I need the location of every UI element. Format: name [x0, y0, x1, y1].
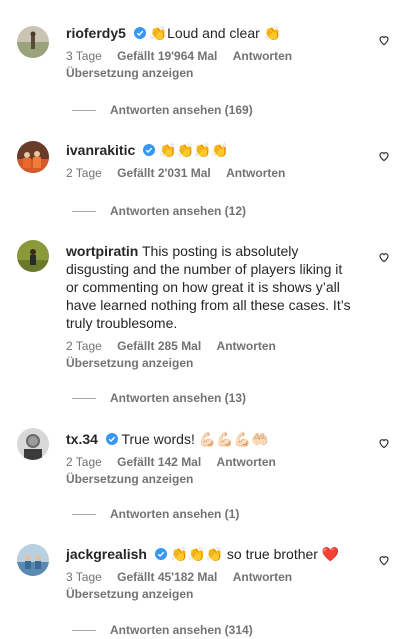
divider-line — [72, 110, 96, 112]
view-replies-button[interactable]: Antworten ansehen (169) — [72, 103, 253, 117]
heart-outline-icon[interactable] — [378, 34, 390, 46]
divider-line — [72, 630, 96, 632]
view-replies-button[interactable]: Antworten ansehen (12) — [72, 204, 246, 218]
username[interactable]: jackgrealish — [66, 546, 147, 562]
heart-outline-icon[interactable] — [378, 251, 390, 263]
view-replies-button[interactable]: Antworten ansehen (314) — [72, 623, 253, 637]
view-replies-label: Antworten ansehen (169) — [110, 103, 253, 117]
view-replies-label: Antworten ansehen (1) — [110, 507, 240, 521]
heart-outline-icon[interactable] — [378, 150, 390, 162]
divider-line — [72, 398, 96, 400]
comment-time[interactable]: 3 Tage — [66, 570, 102, 584]
username[interactable]: wortpiratin — [66, 243, 138, 259]
verified-badge-icon — [154, 548, 167, 560]
likes-count[interactable]: Gefällt 2'031 Mal — [117, 166, 211, 180]
divider-line — [72, 211, 96, 213]
likes-count[interactable]: Gefällt 142 Mal — [117, 455, 201, 469]
reply-button[interactable]: Antworten — [233, 49, 292, 63]
username[interactable]: ivanrakitic — [66, 142, 135, 158]
comment-time[interactable]: 3 Tage — [66, 49, 102, 63]
view-replies-label: Antworten ansehen (13) — [110, 391, 247, 405]
divider-line — [72, 514, 96, 516]
translate-link[interactable]: Übersetzung anzeigen — [66, 66, 356, 81]
likes-count[interactable]: Gefällt 285 Mal — [117, 339, 201, 353]
translate-link[interactable]: Übersetzung anzeigen — [66, 472, 356, 487]
heart-outline-icon[interactable] — [378, 554, 390, 566]
username[interactable]: tx.34 — [66, 431, 98, 447]
avatar[interactable] — [17, 428, 49, 460]
comment-time[interactable]: 2 Tage — [66, 455, 102, 469]
verified-badge-icon — [133, 27, 146, 39]
avatar[interactable] — [17, 141, 49, 173]
reply-button[interactable]: Antworten — [226, 166, 285, 180]
view-replies-label: Antworten ansehen (314) — [110, 623, 253, 637]
view-replies-button[interactable]: Antworten ansehen (13) — [72, 391, 246, 405]
avatar[interactable] — [17, 544, 49, 576]
translate-link[interactable]: Übersetzung anzeigen — [66, 356, 356, 371]
avatar[interactable] — [17, 240, 49, 272]
reply-button[interactable]: Antworten — [233, 570, 292, 584]
comment-text: 👏👏👏 so true brother ❤️ — [170, 546, 340, 562]
reply-button[interactable]: Antworten — [217, 455, 276, 469]
view-replies-label: Antworten ansehen (12) — [110, 204, 247, 218]
comment-text: True words! 💪🏻💪🏻💪🏻🤲🏻 — [121, 431, 269, 447]
comment-text: 👏👏👏👏 — [159, 142, 229, 158]
verified-badge-icon — [105, 433, 118, 445]
heart-outline-icon[interactable] — [378, 437, 390, 449]
reply-button[interactable]: Antworten — [217, 339, 276, 353]
likes-count[interactable]: Gefällt 19'964 Mal — [117, 49, 217, 63]
username[interactable]: rioferdy5 — [66, 25, 126, 41]
view-replies-button[interactable]: Antworten ansehen (1) — [72, 507, 239, 521]
likes-count[interactable]: Gefällt 45'182 Mal — [117, 570, 217, 584]
verified-badge-icon — [143, 144, 156, 156]
translate-link[interactable]: Übersetzung anzeigen — [66, 587, 356, 602]
comment-text: 👏Loud and clear 👏 — [149, 25, 282, 41]
comment-time[interactable]: 2 Tage — [66, 339, 102, 353]
comment-time[interactable]: 2 Tage — [66, 166, 102, 180]
avatar[interactable] — [17, 26, 49, 58]
